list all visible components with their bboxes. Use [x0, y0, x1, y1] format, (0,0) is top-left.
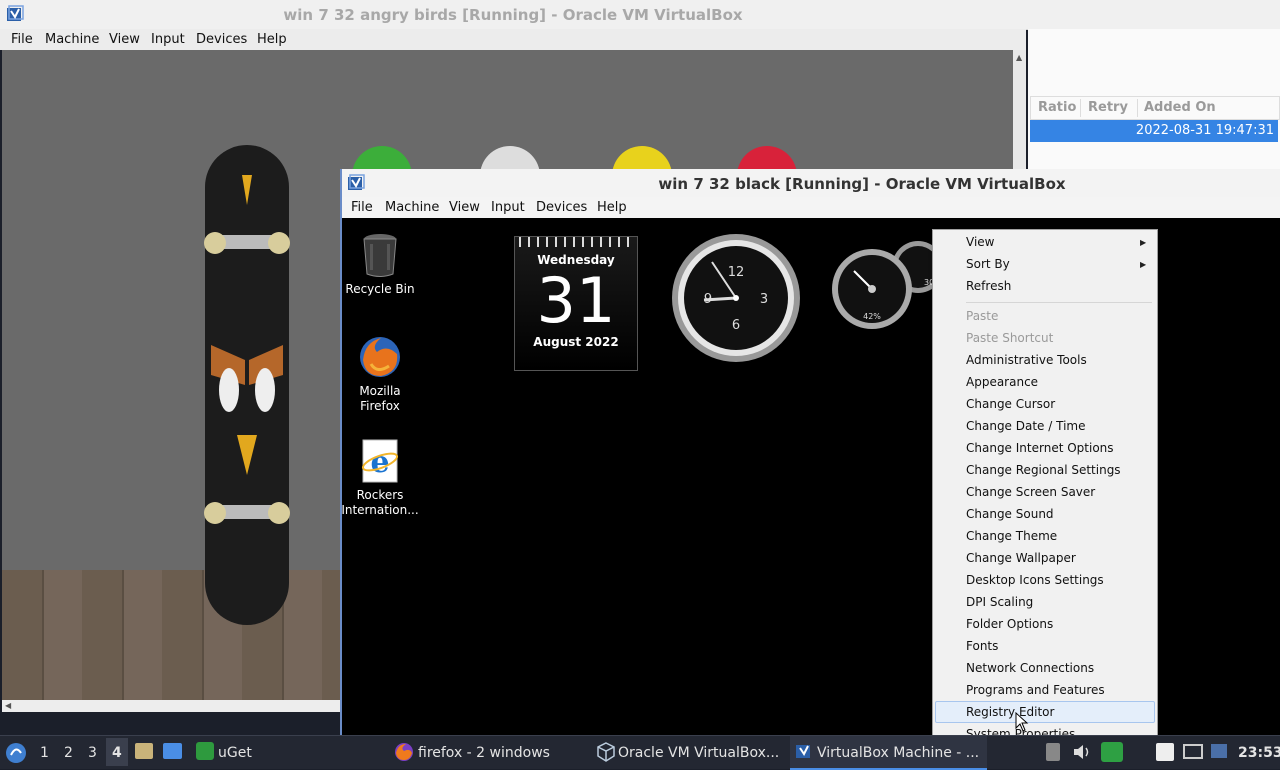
submenu-arrow-icon: ▶	[1140, 238, 1147, 247]
window2-title: win 7 32 black [Running] - Oracle VM Vir…	[658, 175, 1066, 193]
w2-menu-file[interactable]: File	[351, 200, 373, 215]
mouse-pointer-icon	[1015, 712, 1029, 732]
virtualbox-icon	[796, 745, 810, 758]
ctx-item-dpi-scaling[interactable]: DPI Scaling	[966, 595, 1033, 609]
cpu-meter-gadget[interactable]: 30% 42%	[830, 235, 932, 330]
ctx-item-change-sound[interactable]: Change Sound	[966, 507, 1054, 521]
file-manager-icon[interactable]	[135, 743, 153, 759]
w1-menu-input[interactable]: Input	[151, 32, 185, 47]
ie-label: Rockers Internation...	[341, 488, 419, 517]
meter-secondary-value: 30%	[924, 278, 932, 287]
ctx-item-change-internet-options[interactable]: Change Internet Options	[966, 441, 1114, 455]
context-menu-items: View ▶ Sort By ▶ Refresh Paste Paste Sho…	[932, 229, 1156, 735]
clock-numeral-12: 12	[728, 265, 745, 280]
firefox-icon	[360, 337, 400, 377]
desktop-icon-firefox[interactable]: Mozilla Firefox	[340, 334, 420, 414]
w1-menu-devices[interactable]: Devices	[196, 32, 247, 47]
w2-menu-view[interactable]: View	[449, 200, 480, 215]
workspace-1[interactable]: 1	[40, 745, 49, 761]
meter-value: 42%	[863, 312, 881, 321]
workspace-3[interactable]: 3	[88, 745, 97, 761]
virtualbox-cube-icon	[597, 742, 615, 762]
ctx-item-programs-and-features[interactable]: Programs and Features	[966, 683, 1105, 697]
clock-hour-hand	[703, 296, 737, 302]
scroll-up-arrow-icon[interactable]: ▲	[1016, 53, 1022, 62]
scroll-left-arrow-icon[interactable]: ◀	[5, 701, 11, 710]
ctx-item-paste-shortcut: Paste Shortcut	[966, 331, 1054, 345]
calendar-day: 31	[536, 264, 616, 337]
recycle-bin-label: Recycle Bin	[345, 282, 415, 296]
window2-titlebar[interactable]: win 7 32 black [Running] - Oracle VM Vir…	[342, 169, 1280, 198]
window2-menubar: File Machine View Input Devices Help	[342, 197, 1280, 218]
uget-icon	[196, 742, 214, 760]
desktop-icon-ie[interactable]: e Rockers Internation...	[340, 438, 420, 518]
ctx-item-registry-editor[interactable]: Registry Editor	[966, 705, 1054, 719]
clock-numeral-6: 6	[732, 318, 740, 333]
ie-icon: e	[361, 439, 399, 483]
firefox-icon	[395, 743, 413, 761]
ctx-item-paste: Paste	[966, 309, 999, 323]
submenu-arrow-icon: ▶	[1140, 260, 1147, 269]
col-retry[interactable]: Retry	[1088, 100, 1128, 115]
ctx-item-refresh[interactable]: Refresh	[966, 279, 1011, 293]
taskbar-clock[interactable]: 23:53	[1238, 745, 1280, 761]
ctx-item-change-regional-settings[interactable]: Change Regional Settings	[966, 463, 1121, 477]
ctx-item-change-date-time[interactable]: Change Date / Time	[966, 419, 1085, 433]
ctx-item-appearance[interactable]: Appearance	[966, 375, 1038, 389]
ctx-item-administrative-tools[interactable]: Administrative Tools	[966, 353, 1087, 367]
col-added-on[interactable]: Added On	[1144, 100, 1216, 115]
clock-numeral-3: 3	[760, 292, 768, 307]
window1-menubar: File Machine View Input Devices Help	[0, 29, 1026, 50]
w1-menu-machine[interactable]: Machine	[45, 32, 99, 47]
w2-menu-machine[interactable]: Machine	[385, 200, 439, 215]
table-row[interactable]: 2022-08-31 19:47:31	[1030, 120, 1278, 142]
calendar-gadget[interactable]: Wednesday 31 August 2022	[514, 236, 638, 371]
table-header: Ratio Retry Added On	[1030, 96, 1280, 120]
recycle-bin-icon	[363, 234, 397, 277]
w1-menu-help[interactable]: Help	[257, 32, 287, 47]
ctx-item-change-wallpaper[interactable]: Change Wallpaper	[966, 551, 1076, 565]
skateboard-wallpaper-image	[204, 145, 290, 625]
ctx-item-network-connections[interactable]: Network Connections	[966, 661, 1094, 675]
taskbar-app-virtualbox-manager[interactable]: Oracle VM VirtualBox...	[618, 745, 779, 761]
taskbar-app-firefox[interactable]: firefox - 2 windows	[418, 745, 550, 761]
row-added-on: 2022-08-31 19:47:31	[1135, 123, 1274, 138]
ctx-item-folder-options[interactable]: Folder Options	[966, 617, 1053, 631]
w2-menu-help[interactable]: Help	[597, 200, 627, 215]
uget-tray-icon[interactable]	[1101, 742, 1123, 762]
window1-titlebar[interactable]: win 7 32 angry birds [Running] - Oracle …	[0, 0, 1280, 30]
clipboard-icon[interactable]	[1046, 743, 1060, 761]
workspace-4-active[interactable]: 4	[112, 745, 122, 761]
ctx-item-change-theme[interactable]: Change Theme	[966, 529, 1057, 543]
notes-icon[interactable]	[1156, 743, 1174, 761]
w2-menu-input[interactable]: Input	[491, 200, 525, 215]
volume-icon[interactable]	[1072, 743, 1092, 761]
taskbar-app-virtualbox-machine[interactable]: VirtualBox Machine - ...	[817, 745, 979, 761]
window1-title: win 7 32 angry birds [Running] - Oracle …	[283, 6, 743, 24]
ctx-item-change-screen-saver[interactable]: Change Screen Saver	[966, 485, 1095, 499]
start-menu-icon[interactable]	[5, 742, 27, 764]
clock-gadget[interactable]: 12 3 6 9	[670, 232, 802, 364]
w1-menu-file[interactable]: File	[11, 32, 33, 47]
ctx-item-view[interactable]: View	[966, 235, 994, 249]
desktop-icon-recycle-bin[interactable]: Recycle Bin	[340, 232, 420, 297]
col-ratio[interactable]: Ratio	[1038, 100, 1076, 115]
network-icon[interactable]	[1183, 744, 1203, 759]
calendar-month-year: August 2022	[533, 335, 619, 349]
w2-menu-devices[interactable]: Devices	[536, 200, 587, 215]
taskbar: 1 2 3 4 uGet firefox - 2 windows Oracle …	[0, 735, 1280, 770]
virtualbox-tray-icon[interactable]	[1211, 744, 1227, 758]
desktop-icon-launcher[interactable]	[163, 743, 182, 759]
w1-menu-view[interactable]: View	[109, 32, 140, 47]
workspace-2[interactable]: 2	[64, 745, 73, 761]
calendar-rings	[519, 237, 633, 247]
ctx-item-change-cursor[interactable]: Change Cursor	[966, 397, 1055, 411]
virtualbox-icon	[348, 174, 365, 190]
taskbar-app-uget[interactable]: uGet	[218, 745, 252, 761]
ctx-item-fonts[interactable]: Fonts	[966, 639, 998, 653]
ctx-item-sort-by[interactable]: Sort By	[966, 257, 1010, 271]
ctx-item-desktop-icons-settings[interactable]: Desktop Icons Settings	[966, 573, 1104, 587]
svg-text:e: e	[370, 445, 389, 480]
firefox-label: Mozilla Firefox	[359, 384, 401, 413]
